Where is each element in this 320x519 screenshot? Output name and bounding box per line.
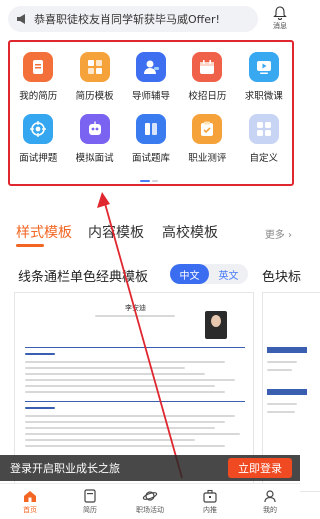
feature-resume-template[interactable]: 简历模板 [66, 46, 122, 102]
planet-icon [142, 491, 158, 501]
robot-icon [79, 114, 110, 144]
feature-mock-interview[interactable]: 模拟面试 [66, 108, 122, 164]
bottom-nav: 首页 简历 职场活动 内推 我的 [0, 483, 300, 519]
resume-name: 李安迪 [125, 304, 146, 312]
login-prompt-text: 登录开启职业成长之旅 [10, 462, 120, 475]
book-icon [135, 114, 166, 144]
nav-events[interactable]: 职场活动 [120, 484, 180, 519]
feature-label: 我的简历 [19, 91, 58, 102]
language-toggle: 中文 英文 [170, 264, 248, 284]
page-indicator [140, 180, 158, 182]
messages-label: 消息 [273, 22, 287, 30]
document-icon [84, 489, 96, 503]
nav-label: 我的 [263, 506, 277, 514]
home-icon [24, 491, 36, 502]
nav-label: 内推 [203, 506, 217, 514]
feature-grid: 我的简历 简历模板 导师辅导 校招日历 求职微课 面试押题 模拟面试 面试题库 … [10, 46, 292, 164]
feature-question-bank[interactable]: 面试题库 [123, 108, 179, 164]
feature-interview-prediction[interactable]: 面试押题 [10, 108, 66, 164]
feature-career-assessment[interactable]: 职业测评 [179, 108, 235, 164]
feature-mentor[interactable]: 导师辅导 [123, 46, 179, 102]
clipboard-icon [192, 114, 223, 144]
nav-home[interactable]: 首页 [0, 484, 60, 519]
messages-button[interactable]: 消息 [268, 6, 292, 34]
template-title: 线条通栏单色经典模板 [18, 270, 149, 285]
feature-video-course[interactable]: 求职微课 [236, 46, 292, 102]
target-icon [23, 114, 54, 144]
feature-label: 面试押题 [19, 153, 58, 164]
nav-label: 职场活动 [136, 506, 164, 514]
resume-photo [205, 311, 227, 339]
nav-referral[interactable]: 内推 [180, 484, 240, 519]
next-template-title: 色块标 [262, 270, 302, 285]
nav-label: 首页 [23, 506, 37, 514]
feature-customize[interactable]: 自定义 [236, 108, 292, 164]
feature-calendar[interactable]: 校招日历 [179, 46, 235, 102]
feature-label: 简历模板 [75, 91, 114, 102]
feature-label: 校招日历 [188, 91, 227, 102]
active-tab-underline [16, 244, 44, 247]
announcement-banner[interactable]: 恭喜职徒校友肖同学斩获毕马威Offer! [8, 6, 258, 32]
template-tabs: 样式模板 内容模板 高校模板 更多 › [0, 218, 300, 248]
feature-label: 模拟面试 [75, 153, 114, 164]
feature-label: 职业测评 [188, 153, 227, 164]
feature-label: 导师辅导 [131, 91, 170, 102]
grid-icon [248, 114, 279, 144]
video-icon [248, 52, 279, 82]
mentor-icon [135, 52, 166, 82]
nav-resume[interactable]: 简历 [60, 484, 120, 519]
user-icon [264, 490, 276, 503]
tab-style-templates[interactable]: 样式模板 [16, 222, 72, 242]
lang-english-button[interactable]: 英文 [209, 264, 248, 284]
top-bar: 恭喜职徒校友肖同学斩获毕马威Offer! 消息 [0, 0, 300, 38]
feature-grid-panel: 我的简历 简历模板 导师辅导 校招日历 求职微课 面试押题 模拟面试 面试题库 … [8, 40, 294, 186]
lang-chinese-button[interactable]: 中文 [170, 264, 209, 284]
feature-label: 自定义 [249, 153, 279, 164]
briefcase-icon [203, 489, 217, 503]
bell-icon [273, 6, 287, 20]
login-button[interactable]: 立即登录 [228, 458, 292, 478]
login-prompt-bar: 登录开启职业成长之旅 立即登录 [0, 455, 300, 481]
announcement-text: 恭喜职徒校友肖同学斩获毕马威Offer! [34, 13, 220, 26]
more-link[interactable]: 更多 › [265, 226, 292, 241]
calendar-icon [192, 52, 223, 82]
template-icon [79, 52, 110, 82]
feature-my-resume[interactable]: 我的简历 [10, 46, 66, 102]
megaphone-icon [17, 14, 25, 24]
nav-me[interactable]: 我的 [240, 484, 300, 519]
nav-label: 简历 [83, 506, 97, 514]
tab-content-templates[interactable]: 内容模板 [88, 222, 144, 242]
feature-label: 面试题库 [131, 153, 170, 164]
resume-icon [23, 52, 54, 82]
tab-college-templates[interactable]: 高校模板 [162, 222, 218, 242]
feature-label: 求职微课 [244, 91, 283, 102]
